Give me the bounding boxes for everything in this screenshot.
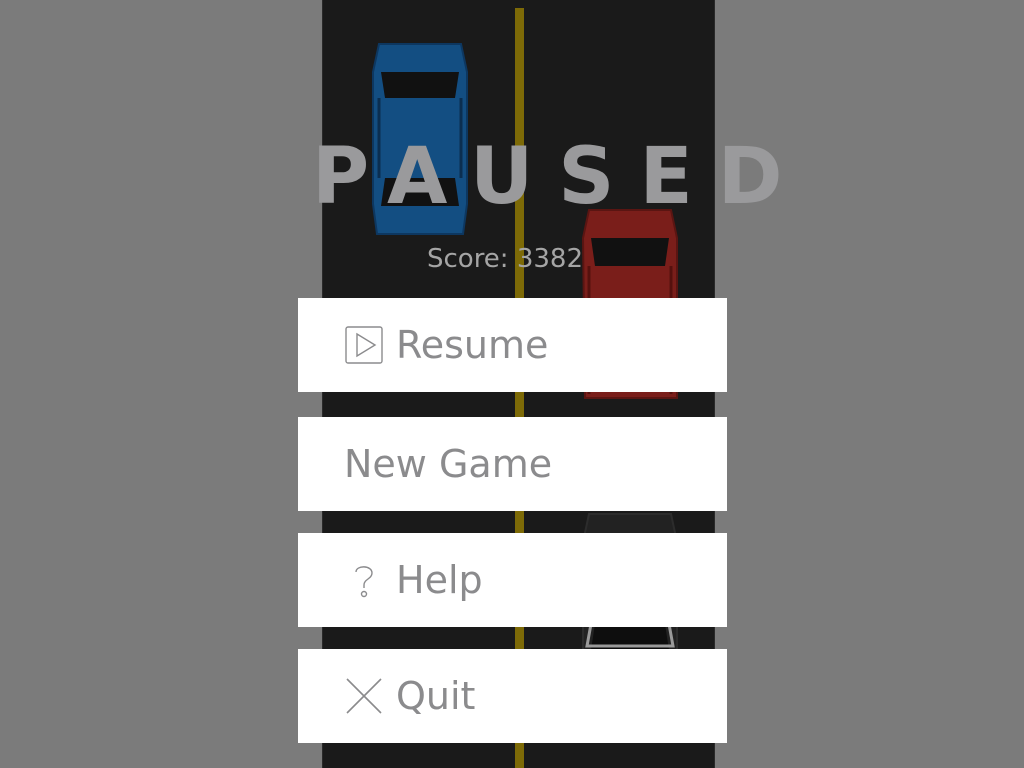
score-text: Score: 3382 xyxy=(426,244,583,274)
new-game-button[interactable]: New Game xyxy=(298,417,727,511)
play-icon xyxy=(345,326,383,364)
close-icon xyxy=(346,678,382,714)
help-label: Help xyxy=(396,558,483,602)
quit-button[interactable]: Quit xyxy=(298,649,727,743)
resume-label: Resume xyxy=(396,323,549,367)
new-game-label: New Game xyxy=(344,442,553,486)
quit-label: Quit xyxy=(396,674,476,718)
paused-title: PAUSED xyxy=(312,132,808,222)
question-icon xyxy=(355,566,373,598)
resume-button[interactable]: Resume xyxy=(298,298,727,392)
help-button[interactable]: Help xyxy=(298,533,727,627)
